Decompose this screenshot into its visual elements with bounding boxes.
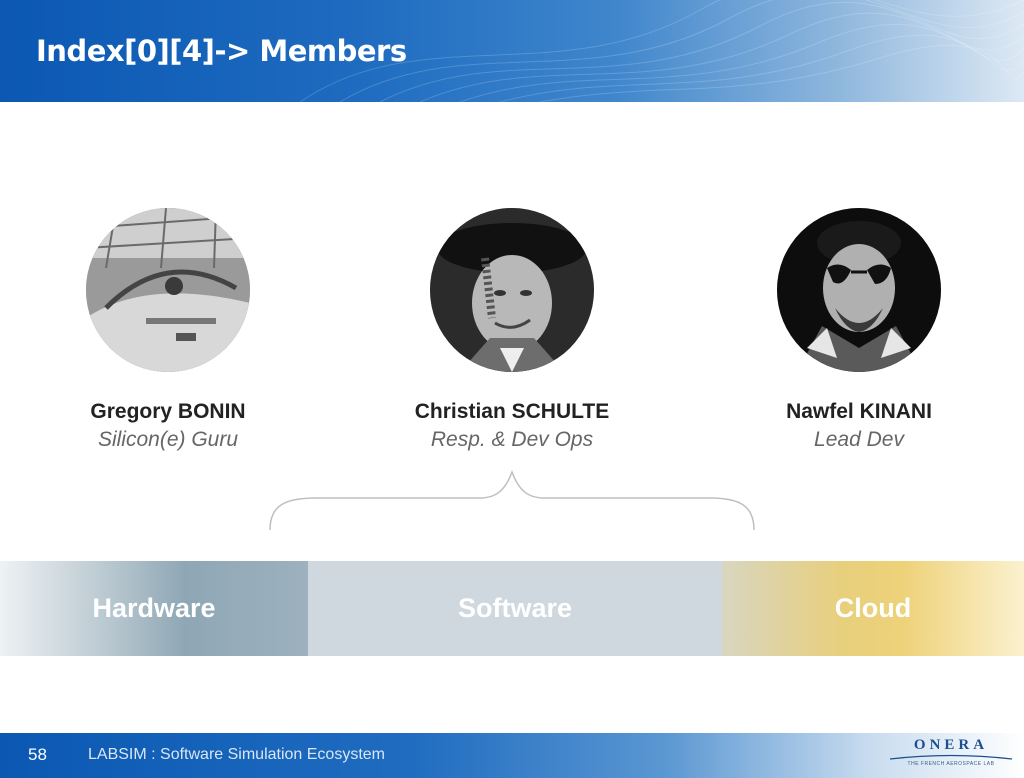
member-role: Silicon(e) Guru bbox=[97, 428, 239, 451]
team-curly-brace bbox=[269, 469, 755, 531]
portrait-photo-icon bbox=[777, 208, 941, 372]
band-cloud: Cloud bbox=[722, 561, 1024, 656]
portrait-photo-icon bbox=[430, 208, 594, 372]
logo-wordmark: ONERA bbox=[913, 737, 989, 753]
slide-footer: 58 LABSIM : Software Simulation Ecosyste… bbox=[0, 733, 1024, 778]
member-card-gregory: Gregory BONIN Silicon(e) Guru bbox=[38, 208, 298, 452]
band-hardware: Hardware bbox=[0, 561, 308, 656]
domain-bands: Hardware Software Cloud bbox=[0, 561, 1024, 656]
band-label: Software bbox=[457, 593, 573, 623]
band-software: Software bbox=[308, 561, 722, 656]
page-title: Index[0][4]-> Members bbox=[36, 34, 407, 68]
onera-logo: ONERA THE FRENCH AEROSPACE LAB bbox=[886, 735, 1016, 775]
logo-swoosh-icon bbox=[889, 754, 1013, 760]
band-label: Cloud bbox=[834, 593, 912, 623]
slide-header: Index[0][4]-> Members bbox=[0, 0, 1024, 102]
member-photo bbox=[86, 208, 250, 372]
band-label: Hardware bbox=[92, 593, 216, 623]
page-number: 58 bbox=[28, 745, 47, 764]
member-role: Resp. & Dev Ops bbox=[430, 428, 594, 451]
logo-tagline: THE FRENCH AEROSPACE LAB bbox=[907, 761, 995, 767]
member-name: Gregory BONIN bbox=[90, 400, 246, 423]
member-name: Christian SCHULTE bbox=[414, 400, 610, 423]
footer-title: LABSIM : Software Simulation Ecosystem bbox=[88, 746, 385, 763]
member-card-nawfel: Nawfel KINANI Lead Dev bbox=[729, 208, 989, 452]
member-card-christian: Christian SCHULTE Resp. & Dev Ops bbox=[382, 208, 642, 452]
member-name: Nawfel KINANI bbox=[786, 400, 932, 423]
cockpit-photo-icon bbox=[86, 208, 250, 372]
member-role: Lead Dev bbox=[814, 428, 904, 451]
member-photo bbox=[777, 208, 941, 372]
member-photo bbox=[430, 208, 594, 372]
